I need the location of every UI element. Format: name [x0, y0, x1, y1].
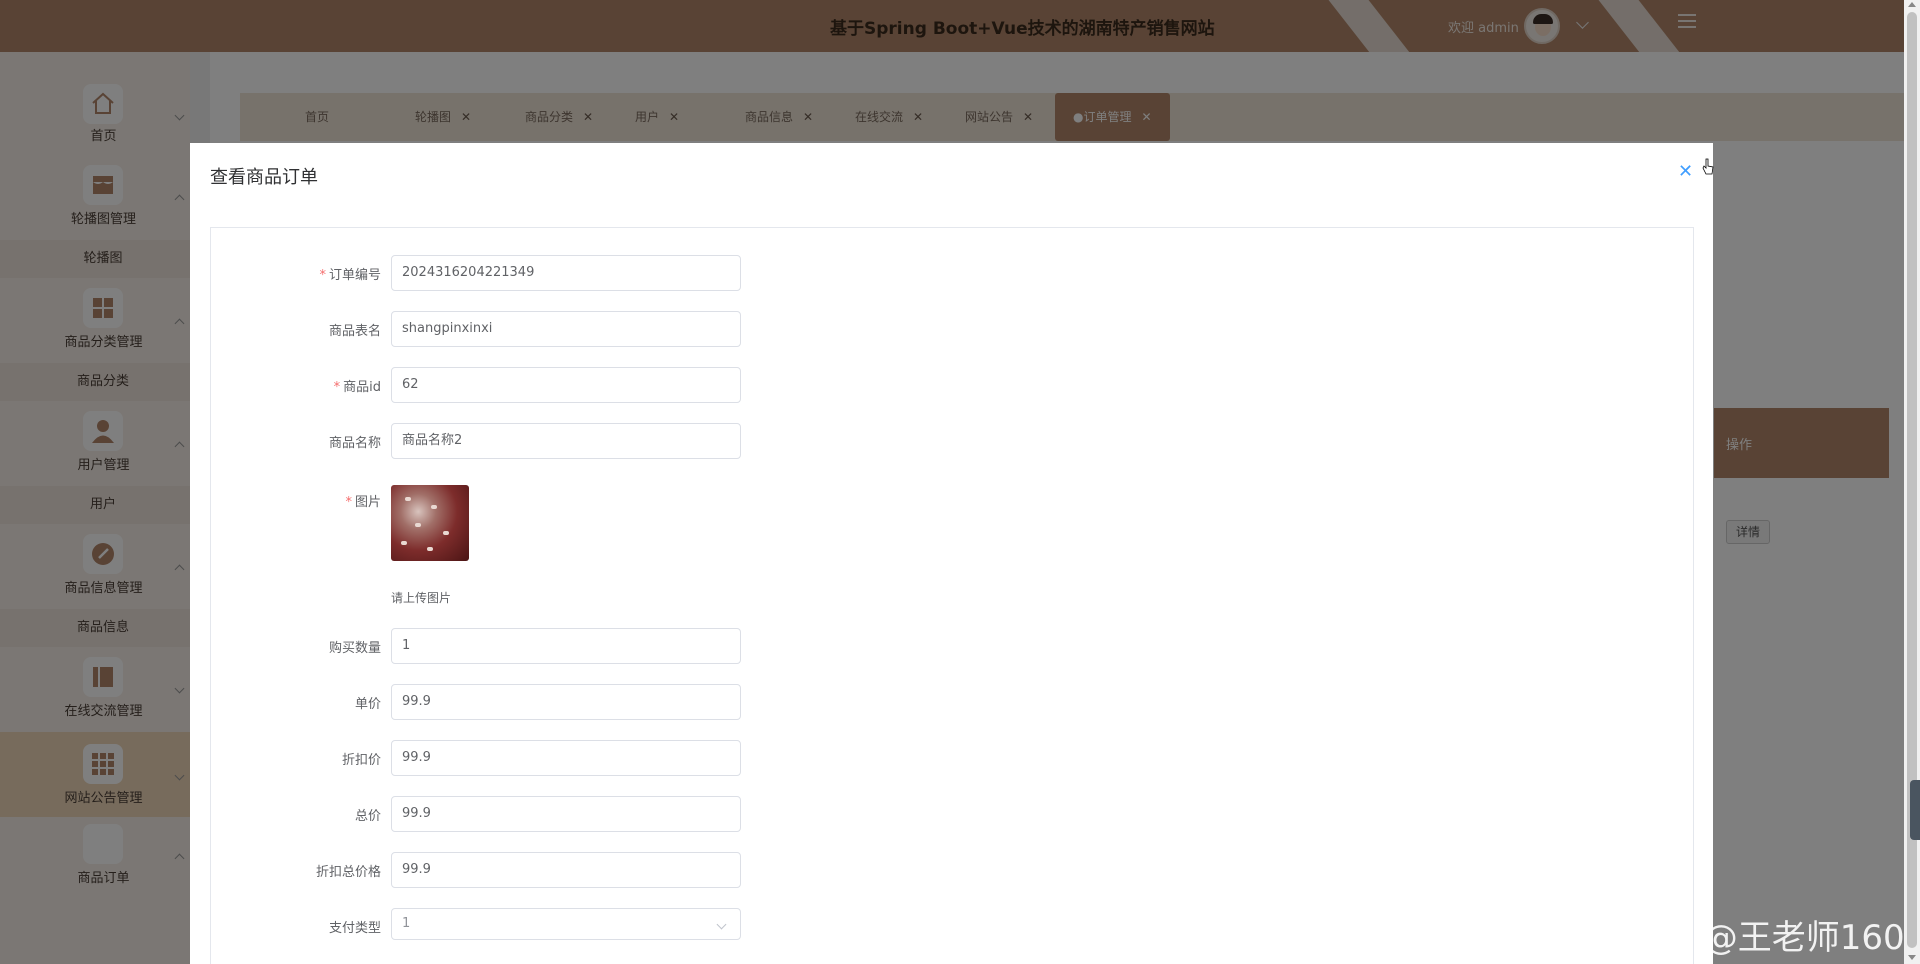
- discount-total-input[interactable]: 99.9: [391, 852, 741, 888]
- pay-type-select[interactable]: 1: [391, 908, 741, 940]
- quantity-input[interactable]: 1: [391, 628, 741, 664]
- field-label: 支付类型: [328, 921, 381, 936]
- table-name-input[interactable]: shangpinxinxi: [391, 311, 741, 347]
- price-input[interactable]: 99.9: [391, 684, 741, 720]
- image-speck: [443, 531, 449, 535]
- field-label: 单价: [354, 697, 381, 712]
- required-mark: *: [333, 380, 341, 395]
- field-label: 商品名称: [328, 436, 381, 451]
- upload-hint: 请上传图片: [391, 591, 452, 605]
- form-row-image: * 图片 请上传图片: [211, 485, 811, 615]
- label-text: 图片: [354, 495, 381, 510]
- side-widget[interactable]: [1910, 780, 1920, 840]
- form-row-discount-price: 折扣价 99.9: [211, 740, 811, 778]
- image-speck: [401, 541, 407, 545]
- label-text: 商品id: [343, 380, 381, 395]
- discount-price-input[interactable]: 99.9: [391, 740, 741, 776]
- scroll-down-icon[interactable]: [1908, 955, 1916, 960]
- required-mark: *: [345, 495, 352, 510]
- form-row-quantity: 购买数量 1: [211, 628, 811, 666]
- form-row-price: 单价 99.9: [211, 684, 811, 722]
- goods-name-input[interactable]: 商品名称2: [391, 423, 741, 459]
- close-icon[interactable]: ✕: [1678, 161, 1693, 182]
- form-row-total: 总价 99.9: [211, 796, 811, 834]
- field-label: 折扣价: [341, 753, 381, 768]
- watermark: CSDN @王老师160: [1596, 918, 1905, 958]
- order-dialog: 查看商品订单 ✕ * 订单编号 2024316204221349 商品表名 sha…: [190, 143, 1713, 964]
- image-speck: [431, 505, 437, 509]
- form-row-pay-type: 支付类型 1: [211, 908, 811, 946]
- form-row-discount-total: 折扣总价格 99.9: [211, 852, 811, 890]
- field-label: * 订单编号: [211, 264, 381, 283]
- scroll-up-icon[interactable]: [1908, 2, 1916, 7]
- field-label: * 商品id: [211, 376, 381, 395]
- field-label: 总价: [354, 809, 381, 824]
- field-label: 折扣总价格: [315, 865, 381, 880]
- form-row-goods-name: 商品名称 商品名称2: [211, 423, 811, 461]
- form-row-table-name: 商品表名 shangpinxinxi: [211, 311, 811, 349]
- field-label: * 图片: [211, 491, 381, 510]
- image-speck: [415, 523, 421, 527]
- dialog-title: 查看商品订单: [210, 167, 318, 188]
- goods-id-input[interactable]: 62: [391, 367, 741, 403]
- order-no-input[interactable]: 2024316204221349: [391, 255, 741, 291]
- required-mark: *: [319, 268, 326, 283]
- label-text: 订单编号: [328, 268, 381, 283]
- form-row-order-no: * 订单编号 2024316204221349: [211, 255, 811, 293]
- field-label: 商品表名: [328, 324, 381, 339]
- form-row-goods-id: * 商品id 62: [211, 367, 811, 405]
- pointer-cursor-icon: [1702, 158, 1714, 175]
- image-speck: [405, 497, 411, 501]
- field-label: 购买数量: [328, 641, 381, 656]
- order-form: * 订单编号 2024316204221349 商品表名 shangpinxinx…: [210, 227, 1694, 964]
- total-input[interactable]: 99.9: [391, 796, 741, 832]
- goods-image[interactable]: [391, 485, 469, 561]
- image-speck: [427, 547, 433, 551]
